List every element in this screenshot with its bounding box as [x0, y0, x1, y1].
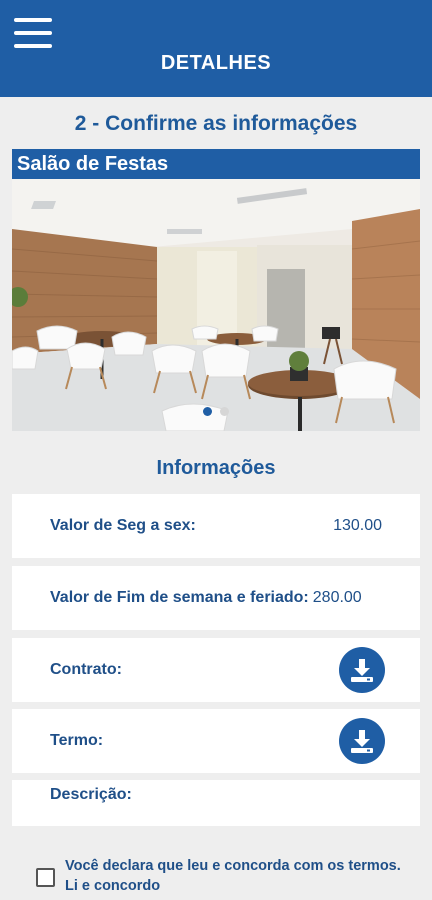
- weekend-price-value: 280.00: [312, 589, 362, 606]
- contract-download-button[interactable]: [339, 647, 385, 693]
- pagination-dot[interactable]: [220, 407, 229, 416]
- gallery-title: Salão de Festas: [12, 149, 420, 179]
- weekend-price-label: Valor de Fim de semana e feriado:: [50, 589, 309, 606]
- download-icon: [351, 730, 373, 753]
- contract-label: Contrato:: [50, 661, 122, 678]
- terms-agreement: Você declara que leu e concorda com os t…: [0, 850, 432, 900]
- contract-row: Contrato:: [12, 638, 420, 702]
- agree-text[interactable]: Você declara que leu e concorda com os t…: [65, 856, 415, 896]
- description-row: Descrição:: [12, 780, 420, 826]
- gallery-pagination: [0, 407, 432, 419]
- hamburger-menu-icon[interactable]: [14, 18, 52, 48]
- weekend-price-row: Valor de Fim de semana e feriado: 280.00: [12, 566, 420, 630]
- term-download-button[interactable]: [339, 718, 385, 764]
- download-icon: [351, 659, 373, 682]
- term-label: Termo:: [50, 732, 104, 749]
- weekday-price-row: Valor de Seg a sex: 130.00: [12, 494, 420, 558]
- image-gallery[interactable]: Salão de Festas: [12, 149, 420, 431]
- pagination-dot-active[interactable]: [203, 407, 212, 416]
- app-header: DETALHES: [0, 0, 432, 97]
- info-section-title: Informações: [156, 457, 276, 479]
- step-title: 2 - Confirme as informações: [74, 112, 358, 135]
- party-room-photo: [12, 179, 420, 431]
- weekday-price-value: 130.00: [333, 517, 382, 534]
- description-label: Descrição:: [50, 786, 132, 803]
- agree-checkbox[interactable]: [36, 868, 55, 887]
- page-title: DETALHES: [160, 52, 272, 74]
- term-row: Termo:: [12, 709, 420, 773]
- weekday-price-label: Valor de Seg a sex:: [50, 517, 196, 534]
